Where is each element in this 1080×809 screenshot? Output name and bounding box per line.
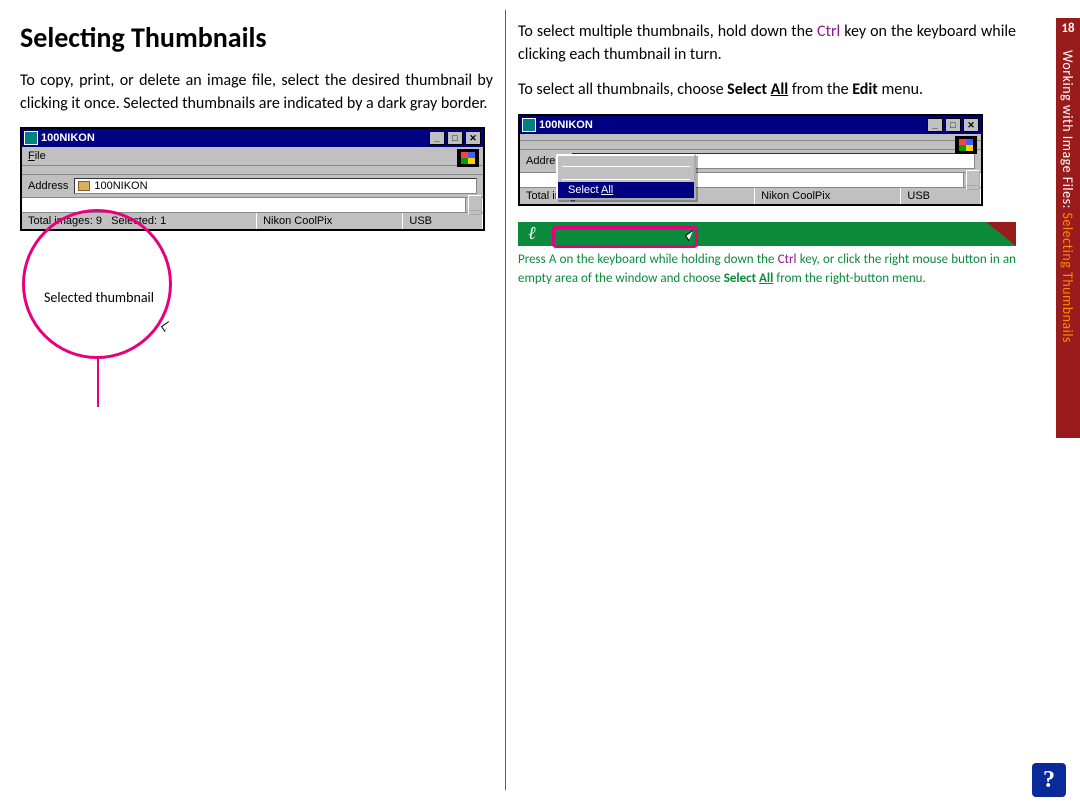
tip-icon: ℓ [528, 223, 536, 244]
edit-dropdown[interactable]: Select All [556, 154, 696, 200]
scrollbar[interactable] [963, 173, 979, 187]
cursor-icon [162, 323, 176, 341]
maximize-button[interactable]: □ [945, 118, 961, 132]
thumbnail-area[interactable] [22, 198, 483, 212]
minimize-button[interactable]: _ [927, 118, 943, 132]
window-title: 100NIKON [539, 119, 593, 131]
status-bar: Total images: 9 Selected: 1 Nikon CoolPi… [22, 212, 483, 229]
help-icon[interactable]: ? [1032, 763, 1066, 797]
side-tab: 18 Working with Image Files: Selecting T… [1056, 18, 1080, 438]
right-paragraph-2: To select all thumbnails, choose Select … [518, 78, 1016, 101]
address-label: Address [28, 180, 68, 192]
address-value: 100NIKON [94, 180, 147, 192]
selected-thumbnail-caption: Selected thumbnail [44, 289, 493, 306]
right-paragraph-1: To select multiple thumbnails, hold down… [518, 20, 1016, 66]
menu-item-select-all[interactable]: Select All [558, 182, 694, 198]
close-button[interactable]: ✕ [465, 131, 481, 145]
windows-logo-icon [457, 149, 479, 167]
menubar: File [22, 147, 483, 166]
explorer-window-right: 100NIKON _ □ ✕ Address [518, 114, 983, 206]
side-tab-text: Working with Image Files: Selecting Thum… [1059, 50, 1076, 343]
menu-file[interactable]: File [28, 150, 46, 162]
windows-logo-icon [955, 136, 977, 154]
window-title: 100NIKON [41, 132, 95, 144]
folder-icon [78, 181, 90, 191]
toolbar [520, 141, 981, 150]
maximize-button[interactable]: □ [447, 131, 463, 145]
window-titlebar: 100NIKON _ □ ✕ [22, 129, 483, 147]
folder-icon [24, 131, 38, 145]
minimize-button[interactable]: _ [429, 131, 445, 145]
scrollbar[interactable] [465, 198, 481, 212]
close-button[interactable]: ✕ [963, 118, 979, 132]
left-paragraph: To copy, print, or delete an image file,… [20, 69, 493, 115]
tip-text: Press A on the keyboard while holding do… [518, 250, 1016, 289]
highlight-circle [22, 209, 172, 359]
window-titlebar: 100NIKON _ □ ✕ [520, 116, 981, 134]
toolbar [22, 166, 483, 175]
menu-item-paste[interactable] [558, 160, 694, 164]
menubar [520, 134, 981, 141]
address-bar: Address 100NIKON [22, 175, 483, 198]
highlight-leader-line [97, 359, 99, 407]
page-number: 18 [1056, 21, 1080, 36]
address-field[interactable]: 100NIKON [74, 178, 477, 194]
menu-item-delete[interactable] [558, 173, 694, 177]
explorer-window-left: 100NIKON _ □ ✕ File Address [20, 127, 485, 231]
folder-icon [522, 118, 536, 132]
tip-bar: ℓ [518, 222, 1016, 246]
page-heading: Selecting Thumbnails [20, 20, 493, 55]
